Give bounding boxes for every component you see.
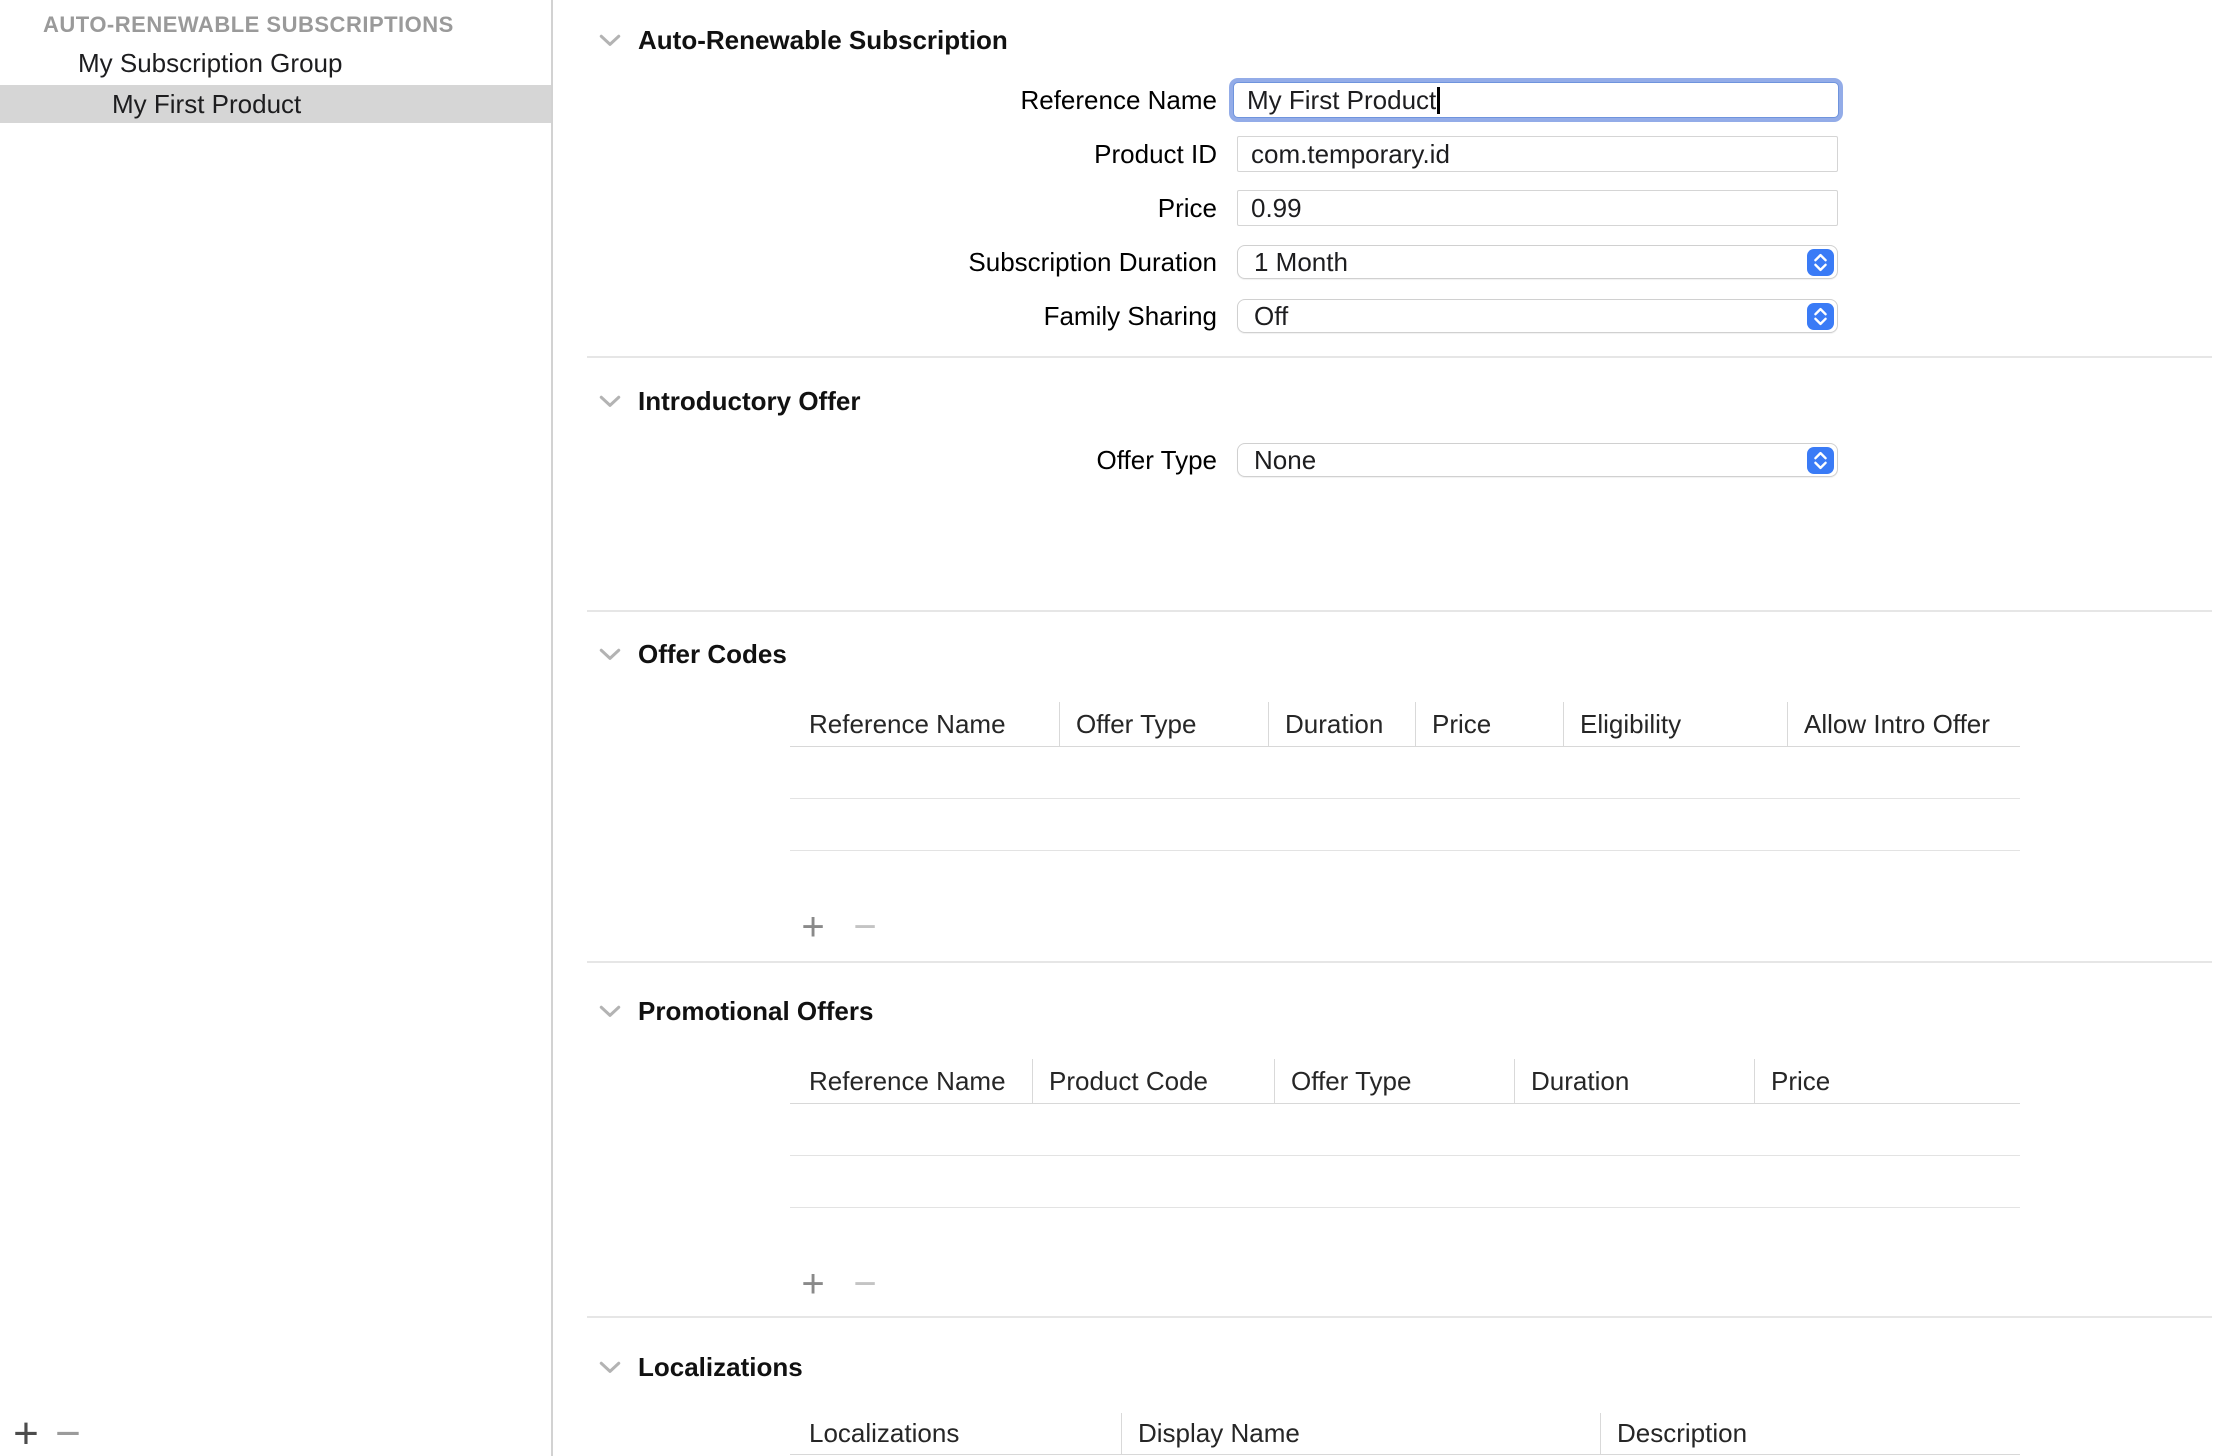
- sidebar-item-label: My Subscription Group: [78, 44, 551, 82]
- offer-codes-table: Reference Name Offer Type Duration Price…: [790, 702, 2020, 851]
- column-header: Price: [1754, 1059, 2020, 1103]
- editor-content: Auto-Renewable Subscription Reference Na…: [553, 0, 2226, 1456]
- product-id-input[interactable]: com.temporary.id: [1237, 136, 1838, 172]
- table-row: [790, 1156, 2020, 1208]
- column-header: Offer Type: [1059, 702, 1268, 746]
- add-offer-code-button[interactable]: +: [796, 905, 830, 949]
- focus-ring: My First Product: [1229, 78, 1843, 122]
- disclosure-chevron-icon[interactable]: [593, 384, 627, 418]
- subscription-duration-label: Subscription Duration: [553, 244, 1217, 280]
- sidebar-item-label: My First Product: [112, 85, 551, 123]
- column-header: Offer Type: [1274, 1059, 1514, 1103]
- section-header-offer-codes: Offer Codes: [593, 637, 787, 671]
- subscription-duration-popup[interactable]: 1 Month: [1237, 245, 1838, 279]
- section-title: Localizations: [638, 1352, 803, 1383]
- up-down-stepper-icon[interactable]: [1807, 249, 1834, 276]
- reference-name-input[interactable]: My First Product: [1233, 82, 1839, 118]
- localizations-table-header: Localizations Display Name Description: [790, 1413, 2020, 1455]
- add-promotional-offer-button[interactable]: +: [796, 1262, 830, 1306]
- remove-product-button[interactable]: −: [46, 1408, 90, 1456]
- sidebar-item-my-first-product[interactable]: My First Product: [0, 85, 551, 123]
- family-sharing-popup[interactable]: Off: [1237, 299, 1838, 333]
- remove-offer-code-button[interactable]: −: [848, 905, 882, 949]
- section-title: Introductory Offer: [638, 386, 860, 417]
- column-header: Price: [1415, 702, 1563, 746]
- section-divider: [587, 961, 2212, 963]
- localizations-table: Localizations Display Name Description: [790, 1413, 2020, 1455]
- table-row: [790, 747, 2020, 799]
- disclosure-chevron-icon[interactable]: [593, 637, 627, 671]
- sidebar-section-header: AUTO-RENEWABLE SUBSCRIPTIONS: [43, 12, 454, 38]
- offer-codes-table-header: Reference Name Offer Type Duration Price…: [790, 702, 2020, 747]
- column-header: Display Name: [1121, 1413, 1600, 1454]
- price-label: Price: [553, 190, 1217, 226]
- subscription-duration-value: 1 Month: [1254, 247, 1348, 277]
- sidebar-footer: + −: [6, 1408, 90, 1456]
- section-divider: [587, 356, 2212, 358]
- section-title: Promotional Offers: [638, 996, 873, 1027]
- disclosure-chevron-icon[interactable]: [593, 994, 627, 1028]
- promotional-offers-table: Reference Name Product Code Offer Type D…: [790, 1059, 2020, 1208]
- product-id-label: Product ID: [553, 136, 1217, 172]
- storekit-config-editor: AUTO-RENEWABLE SUBSCRIPTIONS My Subscrip…: [0, 0, 2226, 1456]
- disclosure-chevron-icon[interactable]: [593, 23, 627, 57]
- table-row: [790, 1104, 2020, 1156]
- price-input[interactable]: 0.99: [1237, 190, 1838, 226]
- column-header: Reference Name: [790, 702, 1059, 746]
- up-down-stepper-icon[interactable]: [1807, 303, 1834, 330]
- reference-name-label: Reference Name: [553, 82, 1217, 118]
- section-header-localizations: Localizations: [593, 1350, 803, 1384]
- column-header: Eligibility: [1563, 702, 1787, 746]
- section-divider: [587, 1316, 2212, 1318]
- column-header: Product Code: [1032, 1059, 1274, 1103]
- family-sharing-label: Family Sharing: [553, 298, 1217, 334]
- section-divider: [587, 610, 2212, 612]
- column-header: Reference Name: [790, 1059, 1032, 1103]
- section-title: Offer Codes: [638, 639, 787, 670]
- promotional-offers-table-header: Reference Name Product Code Offer Type D…: [790, 1059, 2020, 1104]
- offer-codes-controls: + −: [796, 905, 882, 949]
- disclosure-chevron-icon[interactable]: [593, 1350, 627, 1384]
- up-down-stepper-icon[interactable]: [1807, 447, 1834, 474]
- section-header-introductory-offer: Introductory Offer: [593, 384, 860, 418]
- promotional-offers-controls: + −: [796, 1262, 882, 1306]
- text-caret: [1437, 87, 1440, 114]
- section-title: Auto-Renewable Subscription: [638, 25, 1008, 56]
- table-row: [790, 799, 2020, 851]
- sidebar: AUTO-RENEWABLE SUBSCRIPTIONS My Subscrip…: [0, 0, 553, 1456]
- column-header: Duration: [1514, 1059, 1754, 1103]
- offer-type-label: Offer Type: [553, 442, 1217, 478]
- section-header-promotional-offers: Promotional Offers: [593, 994, 873, 1028]
- reference-name-value: My First Product: [1247, 85, 1436, 115]
- family-sharing-value: Off: [1254, 301, 1288, 331]
- offer-type-value: None: [1254, 445, 1316, 475]
- offer-type-popup[interactable]: None: [1237, 443, 1838, 477]
- section-header-subscription: Auto-Renewable Subscription: [593, 23, 1008, 57]
- sidebar-item-subscription-group[interactable]: My Subscription Group: [0, 44, 551, 82]
- column-header: Duration: [1268, 702, 1415, 746]
- add-product-button[interactable]: +: [6, 1408, 46, 1456]
- column-header: Description: [1600, 1413, 2020, 1454]
- column-header: Localizations: [790, 1413, 1121, 1454]
- remove-promotional-offer-button[interactable]: −: [848, 1262, 882, 1306]
- column-header: Allow Intro Offer: [1787, 702, 2020, 746]
